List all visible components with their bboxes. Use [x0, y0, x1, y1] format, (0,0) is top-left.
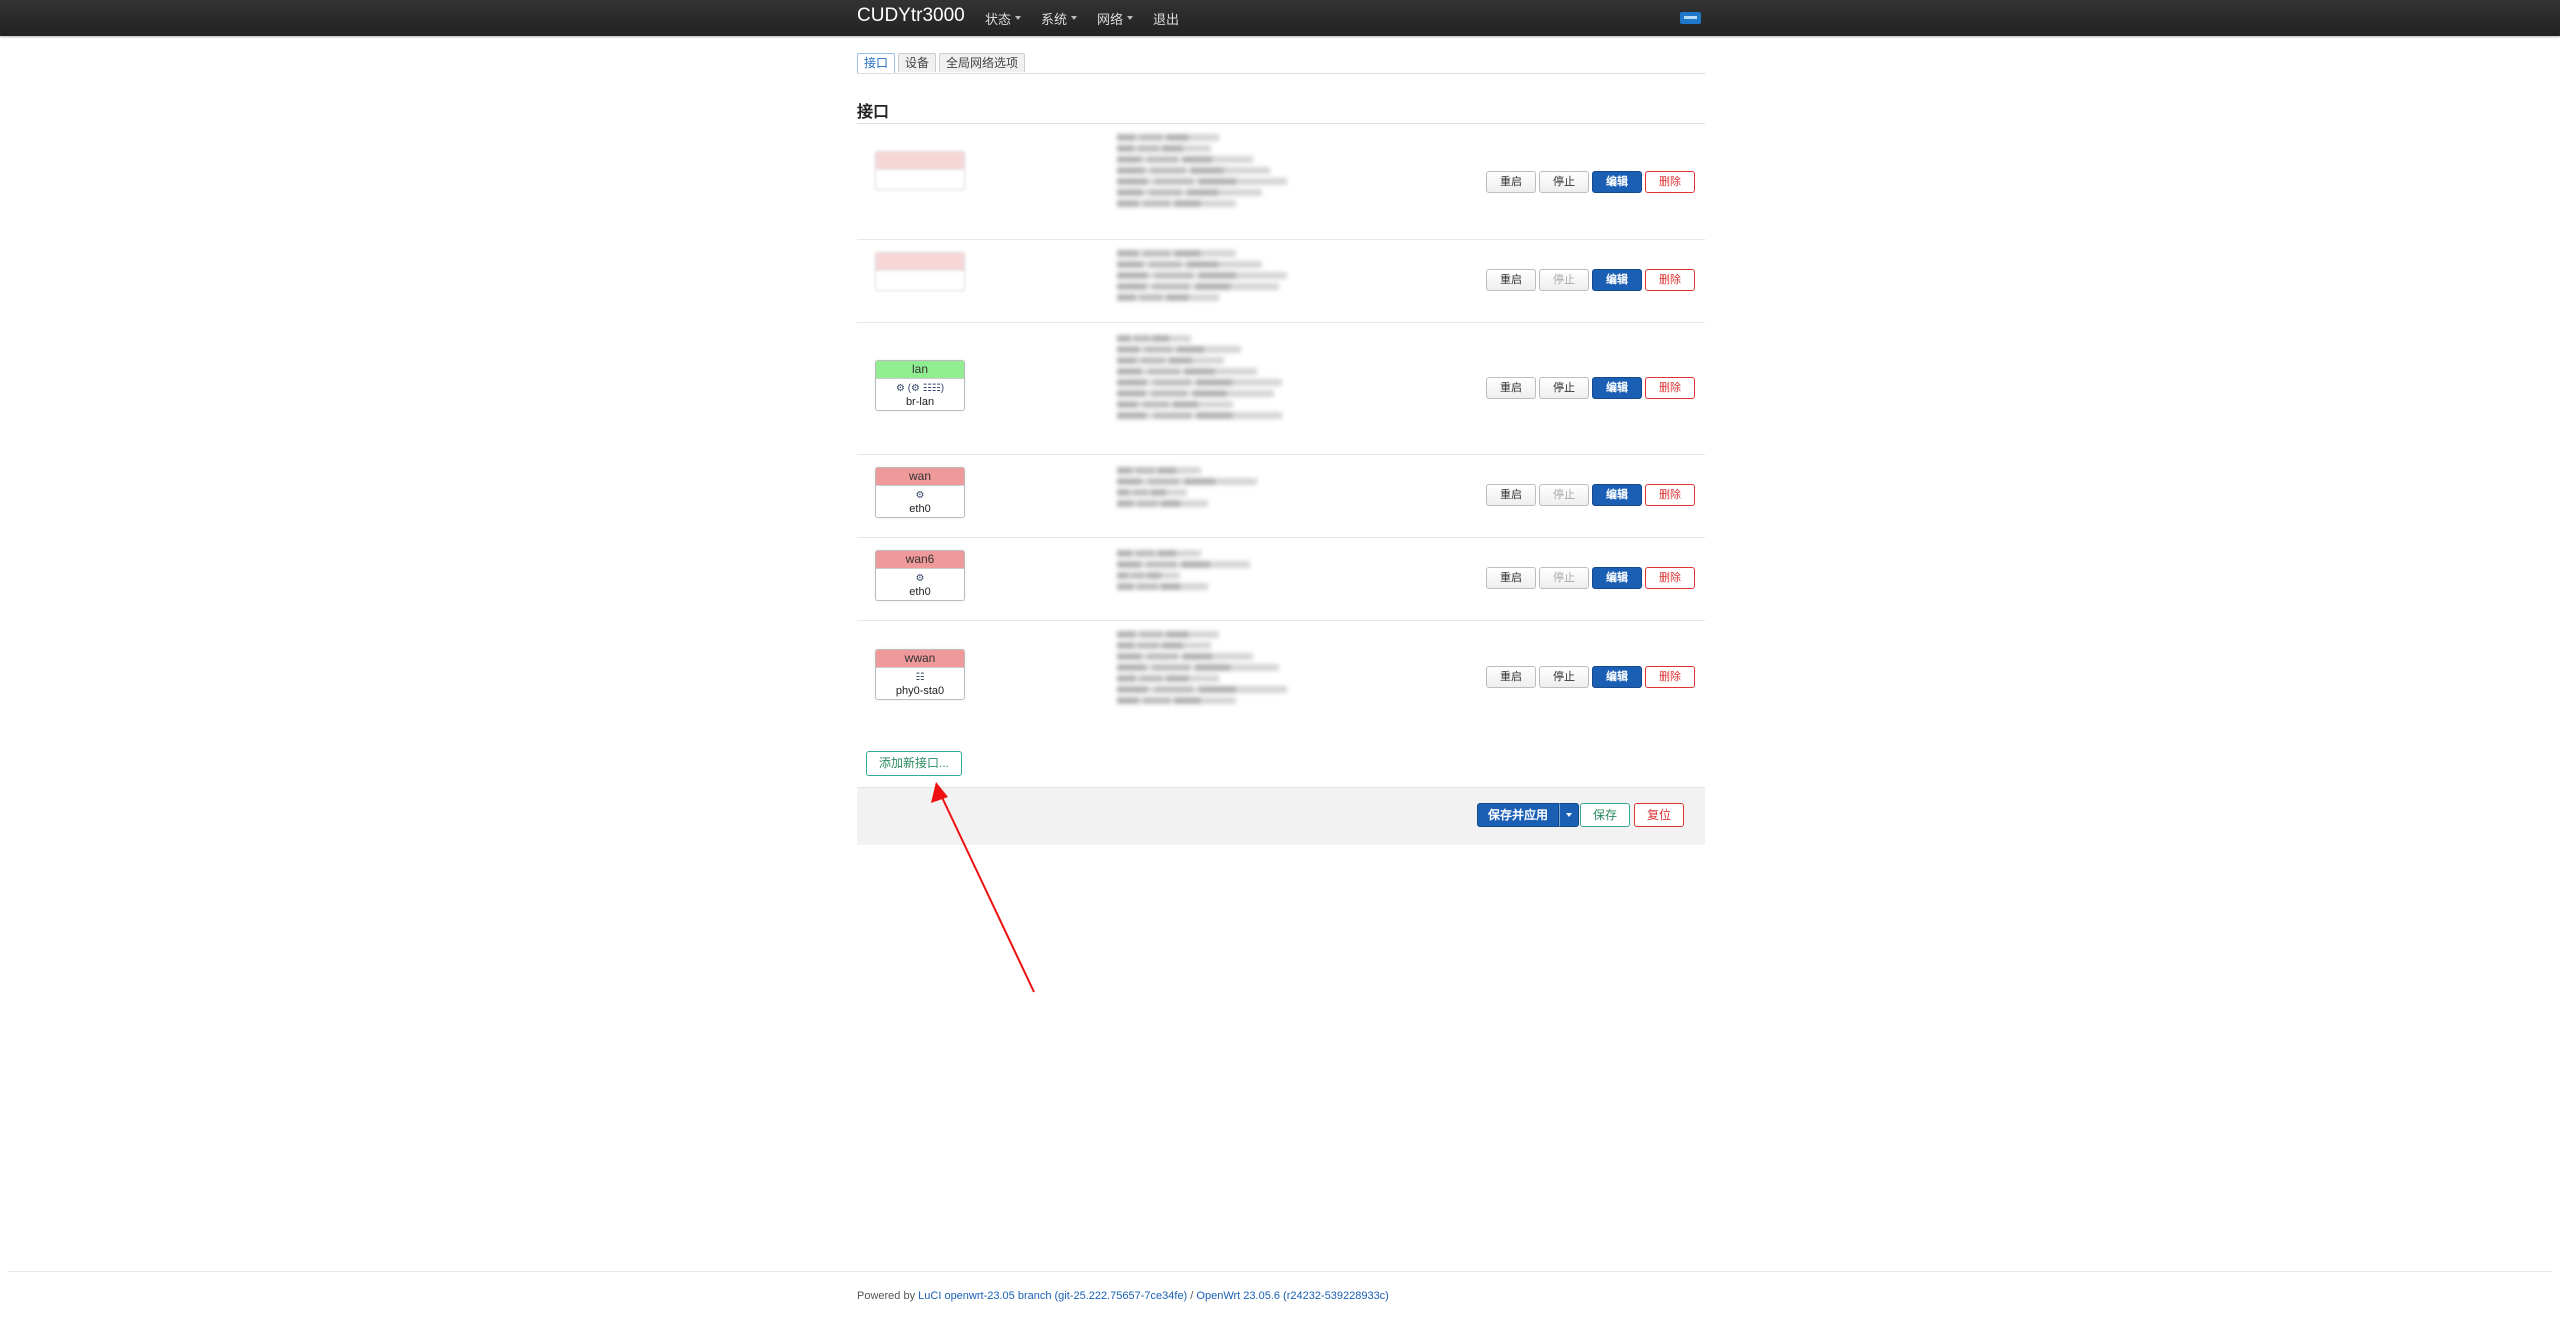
interface-status-blurred [1117, 463, 1257, 511]
edit-button[interactable]: 编辑 [1592, 377, 1642, 399]
interface-badge-lan[interactable]: lan ⚙ (⚙ ☷☷) br-lan [875, 360, 965, 411]
edit-button[interactable]: 编辑 [1592, 567, 1642, 589]
interface-status-blurred [1117, 331, 1282, 423]
stop-button[interactable]: 停止 [1539, 666, 1589, 688]
row-actions: 重启 停止 编辑 删除 [1483, 171, 1695, 193]
edit-button[interactable]: 编辑 [1592, 484, 1642, 506]
interface-name [876, 152, 964, 170]
edit-button[interactable]: 编辑 [1592, 269, 1642, 291]
save-button[interactable]: 保存 [1580, 803, 1630, 827]
interface-name: lan [876, 361, 964, 379]
nav-logout[interactable]: 退出 [1153, 9, 1179, 28]
interface-device: eth0 [909, 503, 931, 515]
luci-link[interactable]: LuCI openwrt-23.05 branch (git-25.222.75… [918, 1290, 1187, 1302]
openwrt-link[interactable]: OpenWrt 23.05.6 (r24232-539228933c) [1196, 1290, 1388, 1302]
interface-status-blurred [1117, 627, 1287, 708]
delete-button[interactable]: 删除 [1645, 567, 1695, 589]
restart-button[interactable]: 重启 [1486, 171, 1536, 193]
interface-name: wwan [876, 650, 964, 668]
main-nav: 状态 系统 网络 退出 [985, 0, 1199, 36]
tab-bar: 接口 设备 全局网络选项 [857, 53, 1705, 74]
edit-button[interactable]: 编辑 [1592, 171, 1642, 193]
restart-button[interactable]: 重启 [1486, 666, 1536, 688]
interface-row-wwan: wwan ☷ phy0-sta0 重启 停止 编辑 删除 [857, 621, 1705, 725]
delete-button[interactable]: 删除 [1645, 269, 1695, 291]
nav-status-label: 状态 [985, 11, 1012, 27]
delete-button[interactable]: 删除 [1645, 666, 1695, 688]
stop-button[interactable]: 停止 [1539, 484, 1589, 506]
caret-down-icon [1071, 16, 1078, 20]
delete-button[interactable]: 删除 [1645, 484, 1695, 506]
nav-logout-label: 退出 [1153, 11, 1180, 27]
delete-button[interactable]: 删除 [1645, 171, 1695, 193]
interface-badge[interactable] [875, 252, 965, 291]
page-footer: Powered by LuCI openwrt-23.05 branch (gi… [857, 1290, 1389, 1302]
brand-title[interactable]: CUDYtr3000 [857, 5, 965, 27]
interface-name: wan [876, 468, 964, 486]
stop-button[interactable]: 停止 [1539, 269, 1589, 291]
wifi-icon: ☷ [915, 672, 925, 683]
stop-button[interactable]: 停止 [1539, 377, 1589, 399]
caret-down-icon [1015, 16, 1022, 20]
nav-network[interactable]: 网络 [1097, 9, 1134, 28]
interface-device: br-lan [905, 396, 935, 408]
edit-button[interactable]: 编辑 [1592, 666, 1642, 688]
ethernet-port-icon: ⚙ [915, 490, 925, 501]
row-actions: 重启 停止 编辑 删除 [1483, 269, 1695, 291]
ethernet-port-icon: ⚙ [915, 573, 925, 584]
interface-device: phy0-sta0 [895, 685, 945, 697]
interface-badge-wan[interactable]: wan ⚙ eth0 [875, 467, 965, 518]
row-actions: 重启 停止 编辑 删除 [1483, 484, 1695, 506]
interface-row: 重启 停止 编辑 删除 [857, 124, 1705, 240]
tab-devices[interactable]: 设备 [898, 53, 937, 72]
nav-status[interactable]: 状态 [985, 9, 1022, 28]
interface-row-wan: wan ⚙ eth0 重启 停止 编辑 删除 [857, 455, 1705, 538]
interface-name: wan6 [876, 551, 964, 569]
tab-interfaces[interactable]: 接口 [857, 53, 896, 73]
row-actions: 重启 停止 编辑 删除 [1483, 666, 1695, 688]
restart-button[interactable]: 重启 [1486, 567, 1536, 589]
row-actions: 重启 停止 编辑 删除 [1483, 377, 1695, 399]
nav-system-label: 系统 [1041, 11, 1068, 27]
add-interface-button[interactable]: 添加新接口... [866, 751, 962, 776]
footer-divider [8, 1271, 2552, 1272]
restart-button[interactable]: 重启 [1486, 484, 1536, 506]
nav-network-label: 网络 [1097, 11, 1124, 27]
row-actions: 重启 停止 编辑 删除 [1483, 567, 1695, 589]
interface-row-wan6: wan6 ⚙ eth0 重启 停止 编辑 删除 [857, 538, 1705, 621]
interface-badge-wwan[interactable]: wwan ☷ phy0-sta0 [875, 649, 965, 700]
caret-down-icon [1127, 16, 1134, 20]
tab-global-options[interactable]: 全局网络选项 [939, 53, 1026, 72]
footer-separator: / [1190, 1290, 1194, 1302]
restart-button[interactable]: 重启 [1486, 269, 1536, 291]
save-apply-group: 保存并应用 [1477, 803, 1580, 827]
interface-status-blurred [1117, 246, 1287, 305]
interface-name [876, 253, 964, 271]
interface-status-blurred [1117, 130, 1287, 211]
nav-system[interactable]: 系统 [1041, 9, 1078, 28]
top-navbar: CUDYtr3000 状态 系统 网络 退出 [0, 0, 2560, 36]
device-icon [876, 274, 964, 288]
interface-row: 重启 停止 编辑 删除 [857, 240, 1705, 323]
device-icon [876, 173, 964, 187]
interface-badge-wan6[interactable]: wan6 ⚙ eth0 [875, 550, 965, 601]
interface-status-blurred [1117, 546, 1257, 594]
powered-by-text: Powered by [857, 1290, 916, 1302]
delete-button[interactable]: 删除 [1645, 377, 1695, 399]
stop-button[interactable]: 停止 [1539, 567, 1589, 589]
save-apply-dropdown-toggle[interactable] [1559, 803, 1580, 827]
status-indicator-icon[interactable] [1680, 12, 1701, 24]
form-actions-bar: 保存并应用 保存 复位 [857, 787, 1705, 845]
interface-device: eth0 [909, 586, 931, 598]
interface-row-lan: lan ⚙ (⚙ ☷☷) br-lan 重启 停止 编辑 删除 [857, 323, 1705, 455]
reset-button[interactable]: 复位 [1634, 803, 1684, 827]
save-apply-button[interactable]: 保存并应用 [1477, 803, 1560, 827]
restart-button[interactable]: 重启 [1486, 377, 1536, 399]
bridge-icon: ⚙ (⚙ ☷☷) [895, 383, 945, 394]
section-title: 接口 [857, 104, 890, 121]
interface-badge[interactable] [875, 151, 965, 190]
stop-button[interactable]: 停止 [1539, 171, 1589, 193]
